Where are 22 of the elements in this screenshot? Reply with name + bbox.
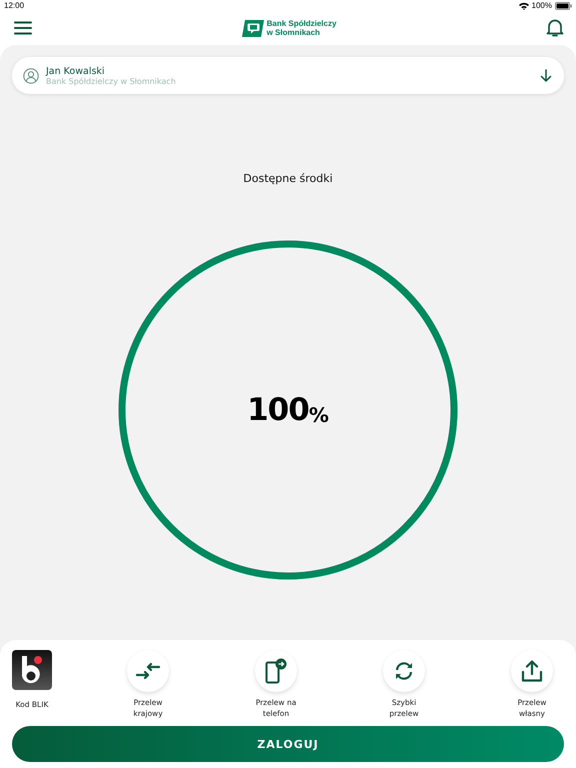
login-button[interactable]: ZALOGUJ bbox=[12, 726, 564, 762]
balance-unit: % bbox=[308, 403, 329, 427]
wifi-icon bbox=[518, 2, 529, 10]
upload-icon bbox=[521, 660, 543, 682]
balance-label: Dostępne środki bbox=[243, 172, 333, 185]
user-icon bbox=[23, 68, 39, 84]
arrow-down-icon bbox=[540, 69, 552, 82]
account-holder-name: Jan Kowalski bbox=[46, 66, 106, 76]
bank-name: Bank Spółdzielczy bbox=[266, 19, 336, 28]
bank-name: w Słomnikach bbox=[266, 28, 321, 37]
battery-percent: 100% bbox=[532, 1, 552, 10]
phone-icon bbox=[265, 658, 287, 684]
refresh-icon bbox=[393, 661, 415, 681]
account-bank-name: Bank Spółdzielczy w Słomnikach bbox=[46, 76, 177, 86]
battery-icon bbox=[555, 2, 572, 10]
transfer-arrows-icon bbox=[136, 663, 160, 679]
blik-logo-icon bbox=[12, 650, 52, 690]
balance-value: 100 bbox=[247, 392, 309, 428]
account-selector[interactable]: Jan Kowalski Bank Spółdzielczy w Słomnikach bbox=[12, 57, 564, 94]
bank-logo-icon bbox=[242, 20, 264, 36]
menu-button[interactable] bbox=[12, 19, 34, 37]
status-time: 12:00 bbox=[4, 1, 24, 10]
